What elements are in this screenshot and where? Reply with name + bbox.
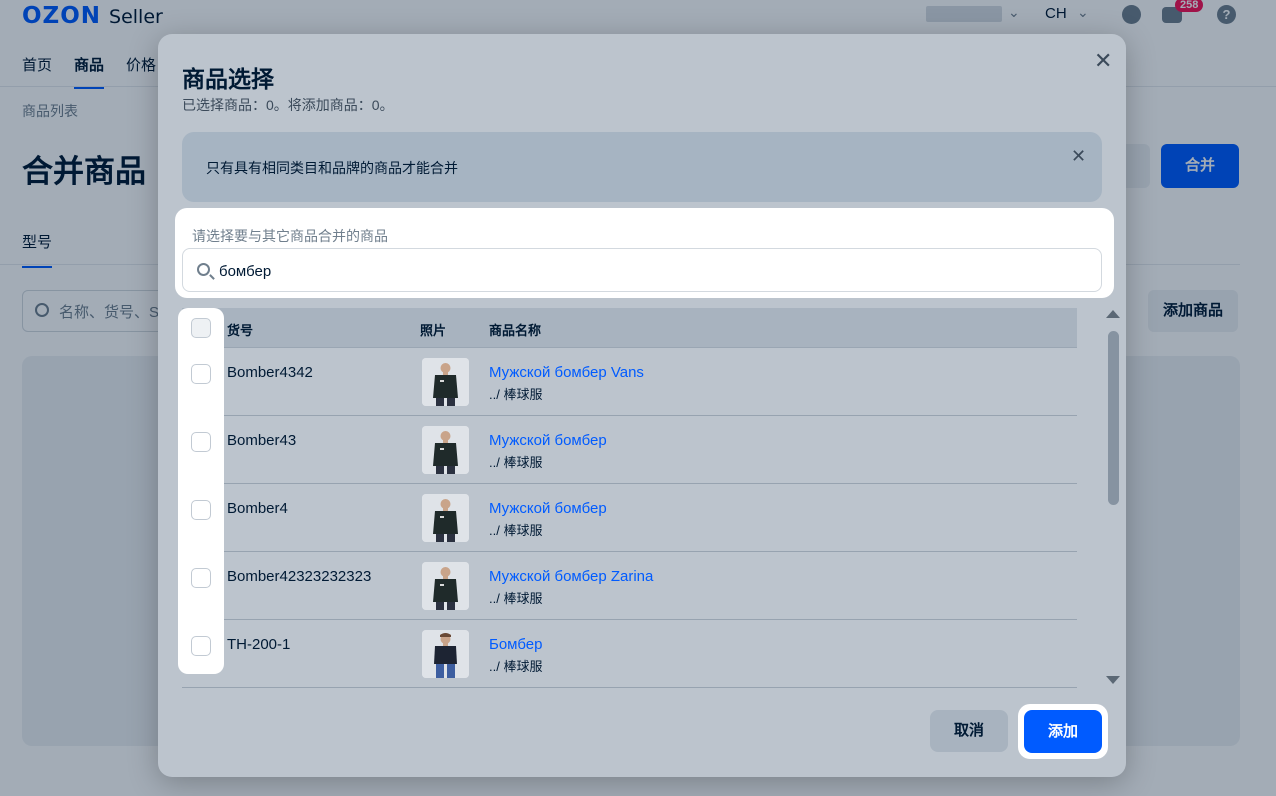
table-row[interactable]: TH-200-1 Бомбер ../ 棒球服: [182, 620, 1077, 688]
close-icon[interactable]: ✕: [1071, 146, 1086, 167]
checkbox-column: [178, 308, 224, 674]
column-header-photo: 照片: [420, 323, 447, 338]
column-header-sku: 货号: [227, 323, 254, 338]
product-category: ../ 棒球服: [489, 523, 543, 538]
search-label: 请选择要与其它商品合并的商品: [192, 228, 388, 244]
close-icon[interactable]: ✕: [1094, 48, 1112, 74]
table-row[interactable]: Bomber42323232323 Мужской бомбер Zarina …: [182, 552, 1077, 620]
product-photo[interactable]: [422, 630, 469, 678]
product-sku: TH-200-1: [227, 636, 291, 653]
row-checkbox[interactable]: [191, 568, 211, 588]
product-selection-modal: 商品选择 已选择商品：0。将添加商品：0。 ✕ 只有具有相同类目和品牌的商品才能…: [158, 34, 1126, 777]
product-category: ../ 棒球服: [489, 659, 543, 674]
product-category: ../ 棒球服: [489, 591, 543, 606]
scroll-down-arrow-icon[interactable]: [1106, 676, 1120, 684]
product-photo[interactable]: [422, 426, 469, 474]
search-input[interactable]: [219, 260, 1079, 282]
row-checkbox[interactable]: [191, 364, 211, 384]
modal-title: 商品选择: [182, 66, 274, 92]
notice-text: 只有具有相同类目和品牌的商品才能合并: [206, 160, 458, 176]
product-sku: Bomber4: [227, 500, 288, 517]
selection-summary: 已选择商品：0。将添加商品：0。: [182, 97, 394, 113]
row-checkbox[interactable]: [191, 500, 211, 520]
table-row[interactable]: Bomber4 Мужской бомбер ../ 棒球服: [182, 484, 1077, 552]
product-name-link[interactable]: Бомбер: [489, 636, 542, 653]
table-row[interactable]: Bomber4342 Мужской бомбер Vans ../ 棒球服: [182, 348, 1077, 416]
add-button[interactable]: 添加: [1024, 710, 1102, 753]
scroll-up-arrow-icon[interactable]: [1106, 310, 1120, 318]
product-photo[interactable]: [422, 358, 469, 406]
product-name-link[interactable]: Мужской бомбер Zarina: [489, 568, 653, 585]
table-header: 货号 照片 商品名称: [182, 308, 1077, 348]
table-row[interactable]: Bomber43 Мужской бомбер ../ 棒球服: [182, 416, 1077, 484]
cancel-button[interactable]: 取消: [930, 710, 1008, 752]
row-checkbox[interactable]: [191, 432, 211, 452]
product-name-link[interactable]: Мужской бомбер: [489, 500, 607, 517]
column-header-name: 商品名称: [489, 323, 542, 338]
product-category: ../ 棒球服: [489, 455, 543, 470]
search-panel: 请选择要与其它商品合并的商品: [175, 208, 1114, 298]
product-table: 货号 照片 商品名称 Bomber4342 Мужской бомбер Van…: [182, 308, 1077, 688]
scrollbar-thumb[interactable]: [1108, 331, 1119, 505]
product-name-link[interactable]: Мужской бомбер Vans: [489, 364, 644, 381]
add-button-highlight: 添加: [1018, 704, 1108, 759]
select-all-checkbox[interactable]: [191, 318, 211, 338]
search-icon: [197, 263, 210, 276]
product-sku: Bomber42323232323: [227, 568, 372, 585]
product-sku: Bomber4342: [227, 364, 313, 381]
row-checkbox[interactable]: [191, 636, 211, 656]
product-category: ../ 棒球服: [489, 387, 543, 402]
product-name-link[interactable]: Мужской бомбер: [489, 432, 607, 449]
search-field[interactable]: [182, 248, 1102, 292]
product-sku: Bomber43: [227, 432, 297, 449]
product-photo[interactable]: [422, 494, 469, 542]
product-photo[interactable]: [422, 562, 469, 610]
info-notice: 只有具有相同类目和品牌的商品才能合并 ✕: [182, 132, 1102, 202]
